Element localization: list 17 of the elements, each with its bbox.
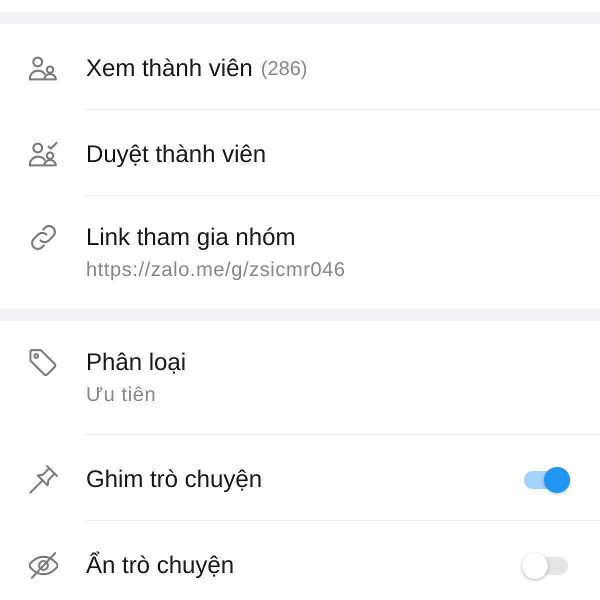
eye-slash-icon [29, 551, 58, 580]
item-subtitle: https://zalo.me/g/zsicmr046 [86, 258, 346, 282]
menu-item-label[interactable]: Ẩn trò chuyện [86, 550, 234, 580]
toggle-switch[interactable] [522, 552, 570, 578]
member-count: (286) [260, 56, 308, 82]
toggle-switch[interactable] [522, 466, 570, 492]
people-icon [29, 54, 58, 83]
pin-icon [29, 465, 58, 494]
menu-item-label[interactable]: Ghim trò chuyện [86, 464, 262, 494]
menu-item-label[interactable]: Duyệt thành viên [86, 140, 266, 170]
menu-item-label[interactable]: Phân loại [86, 348, 186, 378]
menu-item-label[interactable]: Xem thành viên [86, 54, 253, 84]
link-icon [29, 223, 58, 252]
tag-icon [29, 348, 58, 377]
menu-item-label[interactable]: Link tham gia nhóm [86, 222, 296, 252]
people-check-icon [29, 140, 58, 169]
item-subtitle: Ưu tiên [86, 382, 158, 408]
